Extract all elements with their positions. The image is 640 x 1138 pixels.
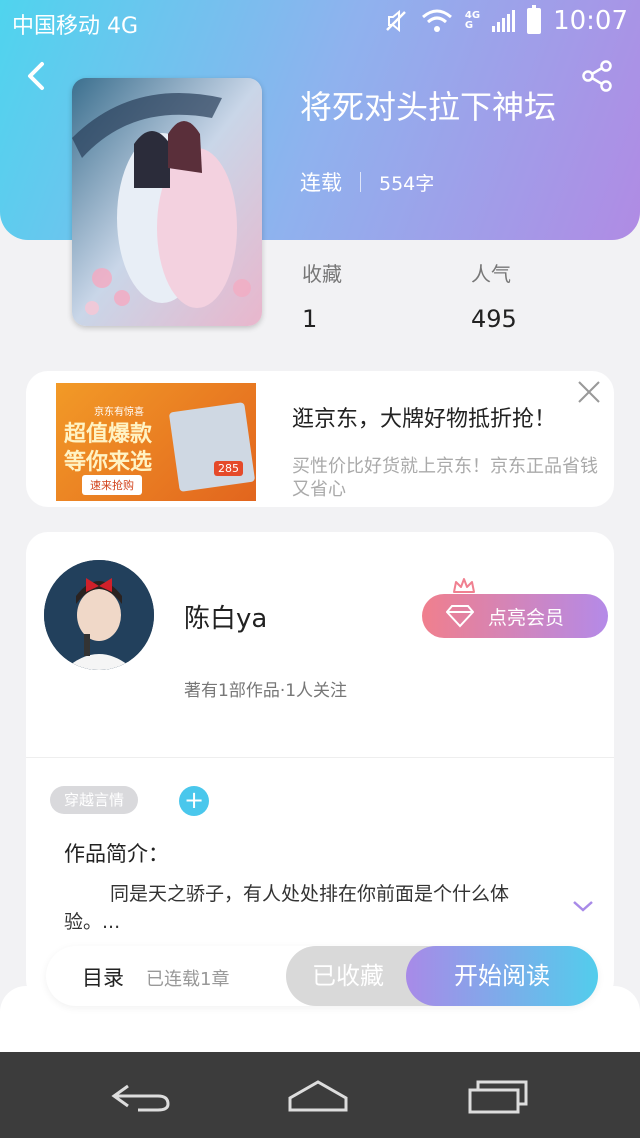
ad-image[interactable]: 京东有惊喜 超值爆款 等你来选 速来抢购 285 [56, 383, 256, 501]
author-card: 陈白ya 著有1部作品·1人关注 点亮会员 穿越言情 + 作品简介： 同是天之骄… [26, 532, 614, 1002]
carrier-label: 中国移动 4G [12, 14, 139, 39]
crown-icon [453, 578, 475, 593]
add-tag-button[interactable]: + [179, 786, 209, 816]
book-title: 将死对头拉下神坛 [300, 88, 557, 126]
favorites-stat: 收藏 1 [302, 258, 342, 333]
chapter-count: 已连载1章 [146, 969, 230, 990]
ad-price-tag: 285 [214, 461, 243, 476]
clock: 10:07 [553, 6, 628, 36]
serial-status: 连载 [300, 171, 342, 195]
battery-icon [527, 5, 542, 34]
meta-divider [360, 172, 361, 192]
popularity-label: 人气 [471, 262, 511, 286]
recents-nav-icon[interactable] [466, 1078, 530, 1114]
signal-icon [492, 10, 516, 32]
popularity-value: 495 [471, 305, 517, 333]
ad-image-label: 京东有惊喜 [94, 407, 144, 418]
ad-banner[interactable]: 京东有惊喜 超值爆款 等你来选 速来抢购 285 逛京东，大牌好物抵折抢！ 买性… [26, 371, 614, 507]
back-icon[interactable] [20, 58, 56, 94]
close-icon[interactable] [574, 377, 604, 407]
favorites-value: 1 [302, 305, 318, 333]
vip-button-label: 点亮会员 [488, 606, 565, 629]
diamond-icon [446, 605, 474, 628]
chevron-down-icon[interactable] [571, 898, 595, 914]
status-bar: 中国移动 4G 4G G 10:07 [0, 0, 640, 46]
popularity-stat: 人气 495 [471, 258, 517, 333]
network-type: 4G G [464, 10, 481, 31]
vip-button[interactable]: 点亮会员 [422, 594, 608, 638]
ad-description: 买性价比好货就上京东！京东正品省钱又省心 [292, 456, 598, 500]
word-count: 554字 [379, 172, 435, 195]
bottom-action-bar: 目录 已连载1章 已收藏 开始阅读 [46, 946, 598, 1006]
divider [26, 757, 614, 758]
author-name: 陈白ya [184, 604, 268, 634]
ad-title: 逛京东，大牌好物抵折抢！ [292, 407, 557, 432]
intro-text: 同是天之骄子，有人处处排在你前面是个什么体验。... [64, 883, 510, 933]
share-icon[interactable] [580, 58, 616, 94]
ad-product-image [168, 402, 256, 492]
favorites-label: 收藏 [302, 262, 342, 286]
start-reading-button[interactable]: 开始阅读 [406, 946, 598, 1006]
author-stats: 著有1部作品·1人关注 [184, 681, 348, 701]
book-cover[interactable] [72, 78, 262, 326]
intro-label: 作品简介： [64, 842, 169, 866]
author-avatar[interactable] [44, 560, 154, 670]
home-nav-icon[interactable] [286, 1078, 350, 1114]
wifi-icon [421, 9, 452, 32]
ad-image-slogan: 超值爆款 等你来选 [64, 422, 153, 475]
genre-tag[interactable]: 穿越言情 [50, 786, 139, 814]
system-nav-bar [0, 1052, 640, 1138]
book-meta: 连载 554字 [300, 167, 434, 197]
mute-icon [386, 9, 406, 33]
back-nav-icon[interactable] [108, 1078, 172, 1114]
ad-image-cta: 速来抢购 [82, 475, 142, 495]
toc-button[interactable]: 目录 [82, 962, 124, 992]
